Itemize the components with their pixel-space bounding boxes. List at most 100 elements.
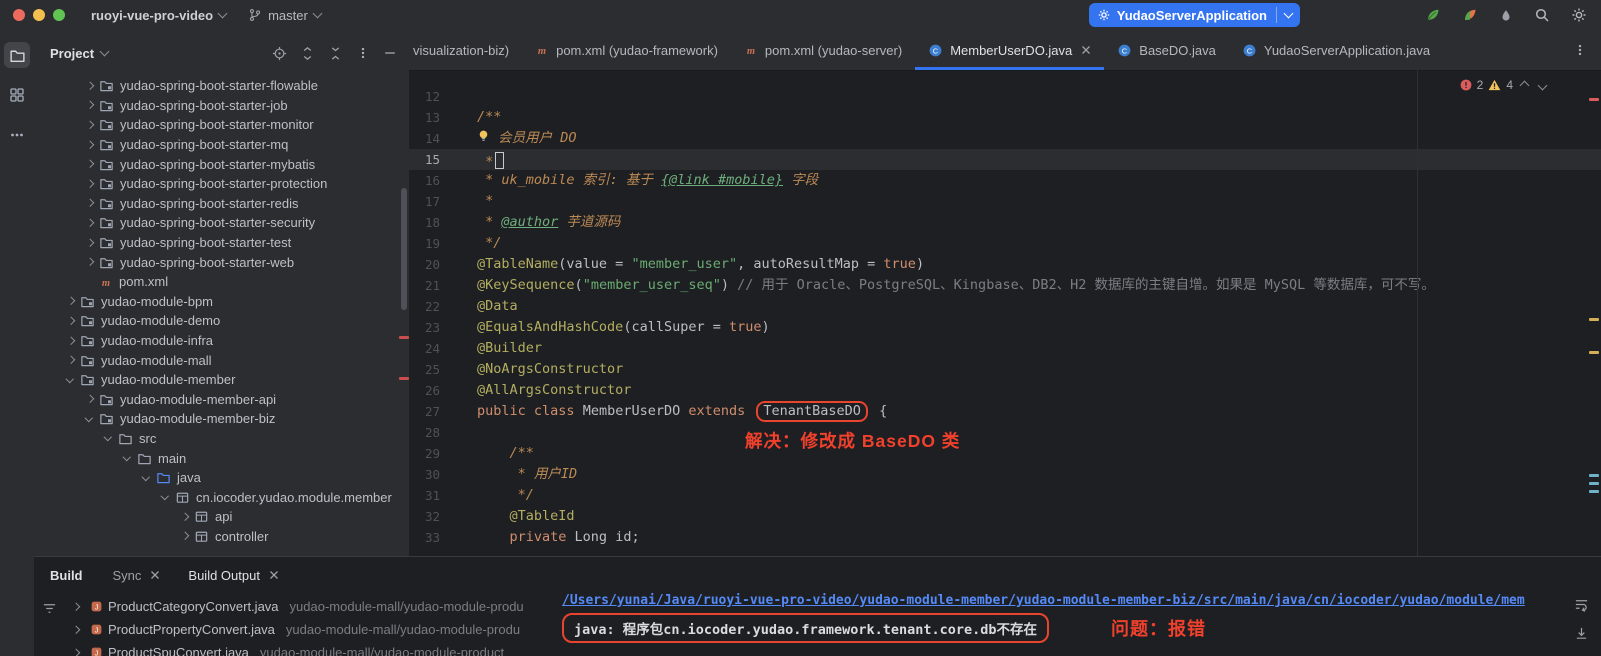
next-problem-icon[interactable] bbox=[1538, 80, 1548, 90]
code-line[interactable]: 15 * bbox=[409, 149, 1601, 170]
project-tool-button[interactable] bbox=[4, 42, 30, 68]
code-line[interactable]: 24@Builder bbox=[409, 338, 1601, 359]
chevron-down-icon[interactable] bbox=[158, 490, 173, 505]
tree-item[interactable]: yudao-spring-boot-starter-security bbox=[34, 213, 409, 233]
code-line[interactable]: 29 /** bbox=[409, 443, 1601, 464]
tab-close-icon[interactable] bbox=[269, 570, 279, 580]
code-area[interactable]: 1213/**14 会员用户 DO15 *16 * uk_mobile 索引: … bbox=[409, 70, 1601, 556]
tree-item[interactable]: yudao-module-member-api bbox=[34, 390, 409, 410]
search-icon[interactable] bbox=[1534, 7, 1550, 23]
project-selector[interactable]: ruoyi-vue-pro-video bbox=[91, 8, 226, 23]
code-line[interactable]: 21@KeySequence("member_user_seq") // 用于 … bbox=[409, 275, 1601, 296]
chevron-right-icon[interactable] bbox=[82, 196, 97, 211]
tree-item[interactable]: src bbox=[34, 429, 409, 449]
collapse-all-icon[interactable] bbox=[328, 46, 343, 61]
plugin-leaf-icon[interactable] bbox=[1425, 7, 1441, 23]
code-line[interactable]: 18 * @author 芋道源码 bbox=[409, 212, 1601, 233]
chevron-down-icon[interactable] bbox=[139, 470, 154, 485]
error-stripe[interactable] bbox=[1587, 70, 1601, 556]
code-line[interactable]: 13/** bbox=[409, 107, 1601, 128]
tree-item[interactable]: yudao-spring-boot-starter-test bbox=[34, 233, 409, 253]
chevron-right-icon[interactable] bbox=[63, 294, 78, 309]
chevron-right-icon[interactable] bbox=[82, 176, 97, 191]
tree-item[interactable]: yudao-spring-boot-starter-protection bbox=[34, 174, 409, 194]
tree-item[interactable]: controller bbox=[34, 527, 409, 547]
chevron-right-icon[interactable] bbox=[177, 529, 192, 544]
file-path-link[interactable]: /Users/yunai/Java/ruoyi-vue-pro-video/yu… bbox=[562, 593, 1543, 608]
code-line[interactable]: 19 */ bbox=[409, 233, 1601, 254]
code-line[interactable]: 28 bbox=[409, 422, 1601, 443]
tab-close-icon[interactable] bbox=[150, 570, 160, 580]
more-tools-button[interactable] bbox=[4, 122, 30, 148]
code-line[interactable]: 23@EqualsAndHashCode(callSuper = true) bbox=[409, 317, 1601, 338]
filter-icon[interactable] bbox=[42, 601, 57, 616]
expand-all-icon[interactable] bbox=[300, 46, 315, 61]
tree-item[interactable]: java bbox=[34, 468, 409, 488]
close-window-button[interactable] bbox=[13, 9, 25, 21]
tree-item[interactable]: yudao-module-infra bbox=[34, 331, 409, 351]
chevron-right-icon[interactable] bbox=[82, 137, 97, 152]
branch-selector[interactable]: master bbox=[248, 8, 321, 23]
tree-item[interactable]: yudao-module-demo bbox=[34, 311, 409, 331]
build-output-row[interactable]: JProductCategoryConvert.javayudao-module… bbox=[68, 595, 560, 618]
chevron-right-icon[interactable] bbox=[63, 353, 78, 368]
chevron-right-icon[interactable] bbox=[63, 313, 78, 328]
code-line[interactable]: 14 会员用户 DO bbox=[409, 128, 1601, 149]
chevron-down-icon[interactable] bbox=[82, 411, 97, 426]
code-line[interactable]: 17 * bbox=[409, 191, 1601, 212]
chevron-right-icon[interactable] bbox=[82, 157, 97, 172]
droplet-icon[interactable] bbox=[1499, 8, 1513, 23]
chevron-right-icon[interactable] bbox=[82, 98, 97, 113]
build-tab[interactable]: Build Output bbox=[188, 568, 279, 583]
editor-tab[interactable]: CMemberUserDO.java bbox=[915, 30, 1104, 70]
code-line[interactable]: 16 * uk_mobile 索引: 基于 {@link #mobile} 字段 bbox=[409, 170, 1601, 191]
editor-tab[interactable]: mpom.xml (yudao-framework) bbox=[522, 30, 731, 70]
zoom-window-button[interactable] bbox=[53, 9, 65, 21]
tab-close-icon[interactable] bbox=[1081, 45, 1091, 55]
editor-tab[interactable]: CYudaoServerApplication.java bbox=[1229, 30, 1443, 70]
editor-tab[interactable]: visualization-biz) bbox=[409, 30, 522, 70]
build-output-row[interactable]: JProductSpuConvert.javayudao-module-mall… bbox=[68, 641, 560, 656]
code-line[interactable]: 32 @TableId bbox=[409, 506, 1601, 527]
chevron-right-icon[interactable] bbox=[68, 599, 83, 614]
previous-problem-icon[interactable] bbox=[1520, 80, 1530, 90]
chevron-down-icon[interactable] bbox=[101, 431, 116, 446]
chevron-right-icon[interactable] bbox=[82, 117, 97, 132]
code-line[interactable]: 30 * 用户ID bbox=[409, 464, 1601, 485]
tree-item[interactable]: yudao-spring-boot-starter-mq bbox=[34, 135, 409, 155]
tree-item[interactable]: yudao-spring-boot-starter-web bbox=[34, 252, 409, 272]
tree-item[interactable]: yudao-module-member bbox=[34, 370, 409, 390]
chevron-right-icon[interactable] bbox=[63, 333, 78, 348]
code-line[interactable]: 12 bbox=[409, 86, 1601, 107]
tree-item[interactable]: api bbox=[34, 507, 409, 527]
chevron-down-icon[interactable] bbox=[120, 451, 135, 466]
tree-item[interactable]: main bbox=[34, 448, 409, 468]
tree-item[interactable]: yudao-spring-boot-starter-job bbox=[34, 96, 409, 116]
code-line[interactable]: 26@AllArgsConstructor bbox=[409, 380, 1601, 401]
code-line[interactable]: 33 private Long id; bbox=[409, 527, 1601, 548]
code-line[interactable]: 27public class MemberUserDO extends Tena… bbox=[409, 401, 1601, 422]
code-line[interactable]: 31 */ bbox=[409, 485, 1601, 506]
chevron-right-icon[interactable] bbox=[82, 235, 97, 250]
tree-item[interactable]: yudao-spring-boot-starter-redis bbox=[34, 194, 409, 214]
tool-window-button[interactable] bbox=[4, 82, 30, 108]
chevron-right-icon[interactable] bbox=[82, 255, 97, 270]
locate-file-icon[interactable] bbox=[272, 46, 287, 61]
build-tab[interactable]: Sync bbox=[113, 568, 161, 583]
settings-gear-icon[interactable] bbox=[1571, 7, 1587, 23]
tree-item[interactable]: yudao-spring-boot-starter-mybatis bbox=[34, 154, 409, 174]
chevron-down-icon[interactable] bbox=[63, 372, 78, 387]
chevron-right-icon[interactable] bbox=[68, 622, 83, 637]
soft-wrap-icon[interactable] bbox=[1574, 597, 1589, 612]
chevron-right-icon[interactable] bbox=[177, 509, 192, 524]
more-vertical-icon[interactable] bbox=[356, 46, 370, 60]
tree-item[interactable]: cn.iocoder.yudao.module.member bbox=[34, 487, 409, 507]
editor-tab[interactable]: CBaseDO.java bbox=[1104, 30, 1229, 70]
inspections-widget[interactable]: 2 4 bbox=[1460, 78, 1549, 92]
chevron-right-icon[interactable] bbox=[82, 392, 97, 407]
minimize-window-button[interactable] bbox=[33, 9, 45, 21]
build-panel-title[interactable]: Build bbox=[50, 568, 83, 583]
tree-item[interactable]: yudao-module-mall bbox=[34, 350, 409, 370]
code-line[interactable]: 20@TableName(value = "member_user", auto… bbox=[409, 254, 1601, 275]
scroll-to-end-icon[interactable] bbox=[1574, 626, 1589, 641]
